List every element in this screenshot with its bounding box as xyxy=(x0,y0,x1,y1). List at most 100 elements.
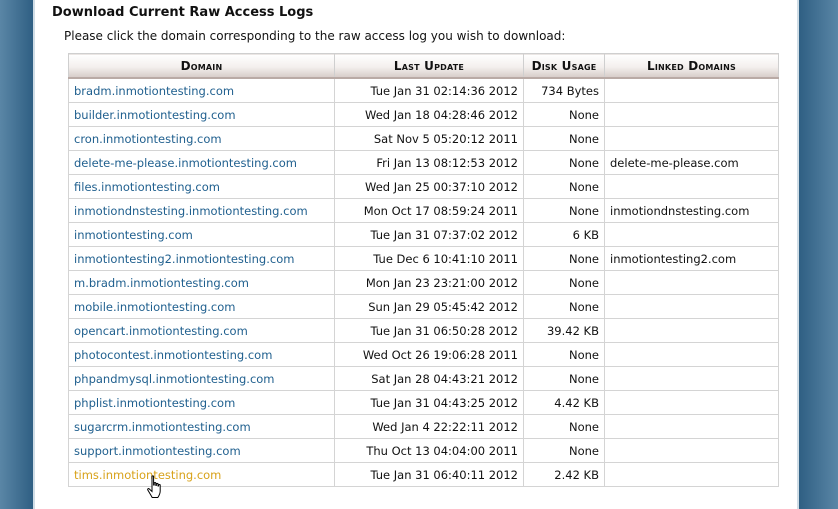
disk-usage-cell: None xyxy=(523,198,605,223)
instructions-text: Please click the domain corresponding to… xyxy=(64,29,566,43)
last-update-cell: Mon Jan 23 23:21:00 2012 xyxy=(334,270,524,295)
domain-link[interactable]: builder.inmotiontesting.com xyxy=(74,108,236,122)
table-row: photocontest.inmotiontesting.com Wed Oct … xyxy=(68,342,779,367)
last-update-cell: Mon Oct 17 08:59:24 2011 xyxy=(334,198,524,223)
domain-link[interactable]: support.inmotiontesting.com xyxy=(74,444,241,458)
last-update-cell: Thu Oct 13 04:04:00 2011 xyxy=(334,438,524,463)
domain-cell: opencart.inmotiontesting.com xyxy=(68,318,335,343)
domain-link[interactable]: bradm.inmotiontesting.com xyxy=(74,84,234,98)
linked-domains-cell xyxy=(604,222,779,247)
table-row: inmotiondnstesting.inmotiontesting.com Mo… xyxy=(68,198,779,223)
linked-domains-cell xyxy=(604,270,779,295)
domain-cell: bradm.inmotiontesting.com xyxy=(68,77,335,103)
linked-domains-cell: inmotiondnstesting.com xyxy=(604,198,779,223)
domain-link[interactable]: photocontest.inmotiontesting.com xyxy=(74,348,272,362)
linked-domains-cell xyxy=(604,390,779,415)
linked-domains-cell xyxy=(604,438,779,463)
disk-usage-cell: None xyxy=(523,102,605,127)
linked-domains-cell xyxy=(604,342,779,367)
domain-cell: inmotiondnstesting.inmotiontesting.com xyxy=(68,198,335,223)
domain-link[interactable]: phplist.inmotiontesting.com xyxy=(74,396,235,410)
disk-usage-cell: 734 Bytes xyxy=(523,77,605,103)
domain-link[interactable]: tims.inmotiontesting.com xyxy=(74,468,221,482)
last-update-cell: Tue Jan 31 02:14:36 2012 xyxy=(334,77,524,103)
table-row: delete-me-please.inmotiontesting.com Fri … xyxy=(68,150,779,175)
table-row: tims.inmotiontesting.com Tue Jan 31 06:40… xyxy=(68,462,779,487)
table-row: phplist.inmotiontesting.com Tue Jan 31 04… xyxy=(68,390,779,415)
domain-cell: builder.inmotiontesting.com xyxy=(68,102,335,127)
last-update-cell: Tue Jan 31 06:50:28 2012 xyxy=(334,318,524,343)
linked-domains-cell xyxy=(604,174,779,199)
header-last-update: Last Update xyxy=(334,53,524,79)
linked-domains-cell xyxy=(604,414,779,439)
domain-link[interactable]: cron.inmotiontesting.com xyxy=(74,132,222,146)
domain-cell: mobile.inmotiontesting.com xyxy=(68,294,335,319)
domain-cell: files.inmotiontesting.com xyxy=(68,174,335,199)
last-update-cell: Wed Jan 18 04:28:46 2012 xyxy=(334,102,524,127)
domain-link[interactable]: sugarcrm.inmotiontesting.com xyxy=(74,420,251,434)
domain-cell: inmotiontesting2.inmotiontesting.com xyxy=(68,246,335,271)
table-row: opencart.inmotiontesting.com Tue Jan 31 0… xyxy=(68,318,779,343)
last-update-cell: Tue Jan 31 04:43:25 2012 xyxy=(334,390,524,415)
linked-domains-cell xyxy=(604,102,779,127)
linked-domains-cell: delete-me-please.com xyxy=(604,150,779,175)
linked-domains-cell xyxy=(604,126,779,151)
domain-link[interactable]: mobile.inmotiontesting.com xyxy=(74,300,236,314)
table-row: phpandmysql.inmotiontesting.com Sat Jan 2… xyxy=(68,366,779,391)
table-row: support.inmotiontesting.com Thu Oct 13 04… xyxy=(68,438,779,463)
linked-domains-cell xyxy=(604,77,779,103)
table-row: cron.inmotiontesting.com Sat Nov 5 05:20:… xyxy=(68,126,779,151)
last-update-cell: Tue Jan 31 07:37:02 2012 xyxy=(334,222,524,247)
last-update-cell: Tue Dec 6 10:41:10 2011 xyxy=(334,246,524,271)
table-header-row: Domain Last Update Disk Usage Linked Dom… xyxy=(68,53,779,79)
last-update-cell: Wed Jan 4 22:22:11 2012 xyxy=(334,414,524,439)
disk-usage-cell: None xyxy=(523,414,605,439)
domain-link[interactable]: opencart.inmotiontesting.com xyxy=(74,324,248,338)
disk-usage-cell: None xyxy=(523,342,605,367)
linked-domains-cell xyxy=(604,462,779,487)
last-update-cell: Tue Jan 31 06:40:11 2012 xyxy=(334,462,524,487)
domain-link[interactable]: m.bradm.inmotiontesting.com xyxy=(74,276,249,290)
domain-cell: support.inmotiontesting.com xyxy=(68,438,335,463)
last-update-cell: Sun Jan 29 05:45:42 2012 xyxy=(334,294,524,319)
last-update-cell: Sat Nov 5 05:20:12 2011 xyxy=(334,126,524,151)
last-update-cell: Fri Jan 13 08:12:53 2012 xyxy=(334,150,524,175)
table-body: bradm.inmotiontesting.com Tue Jan 31 02:1… xyxy=(68,77,779,487)
last-update-cell: Wed Jan 25 00:37:10 2012 xyxy=(334,174,524,199)
disk-usage-cell: 2.42 KB xyxy=(523,462,605,487)
header-domain: Domain xyxy=(68,53,335,79)
disk-usage-cell: None xyxy=(523,174,605,199)
domain-cell: delete-me-please.inmotiontesting.com xyxy=(68,150,335,175)
table-row: inmotiontesting2.inmotiontesting.com Tue … xyxy=(68,246,779,271)
disk-usage-cell: 4.42 KB xyxy=(523,390,605,415)
table-row: builder.inmotiontesting.com Wed Jan 18 04… xyxy=(68,102,779,127)
header-disk-usage: Disk Usage xyxy=(523,53,605,79)
linked-domains-cell xyxy=(604,294,779,319)
domain-link[interactable]: inmotiontesting2.inmotiontesting.com xyxy=(74,252,294,266)
domain-cell: m.bradm.inmotiontesting.com xyxy=(68,270,335,295)
raw-access-logs-table: Domain Last Update Disk Usage Linked Dom… xyxy=(68,53,779,487)
disk-usage-cell: None xyxy=(523,270,605,295)
content-panel: Download Current Raw Access Logs Please … xyxy=(35,0,797,509)
disk-usage-cell: None xyxy=(523,150,605,175)
disk-usage-cell: None xyxy=(523,294,605,319)
table-row: files.inmotiontesting.com Wed Jan 25 00:3… xyxy=(68,174,779,199)
domain-cell: cron.inmotiontesting.com xyxy=(68,126,335,151)
table-row: inmotiontesting.com Tue Jan 31 07:37:02 2… xyxy=(68,222,779,247)
domain-link[interactable]: delete-me-please.inmotiontesting.com xyxy=(74,156,297,170)
table-row: mobile.inmotiontesting.com Sun Jan 29 05:… xyxy=(68,294,779,319)
section-title: Download Current Raw Access Logs xyxy=(52,5,314,20)
last-update-cell: Sat Jan 28 04:43:21 2012 xyxy=(334,366,524,391)
disk-usage-cell: 6 KB xyxy=(523,222,605,247)
domain-link[interactable]: files.inmotiontesting.com xyxy=(74,180,220,194)
domain-link[interactable]: phpandmysql.inmotiontesting.com xyxy=(74,372,275,386)
domain-link[interactable]: inmotiondnstesting.inmotiontesting.com xyxy=(74,204,308,218)
linked-domains-cell xyxy=(604,318,779,343)
domain-link[interactable]: inmotiontesting.com xyxy=(74,228,193,242)
disk-usage-cell: None xyxy=(523,366,605,391)
domain-cell: inmotiontesting.com xyxy=(68,222,335,247)
linked-domains-cell: inmotiontesting2.com xyxy=(604,246,779,271)
domain-cell: tims.inmotiontesting.com xyxy=(68,462,335,487)
table-row: m.bradm.inmotiontesting.com Mon Jan 23 23… xyxy=(68,270,779,295)
domain-cell: sugarcrm.inmotiontesting.com xyxy=(68,414,335,439)
